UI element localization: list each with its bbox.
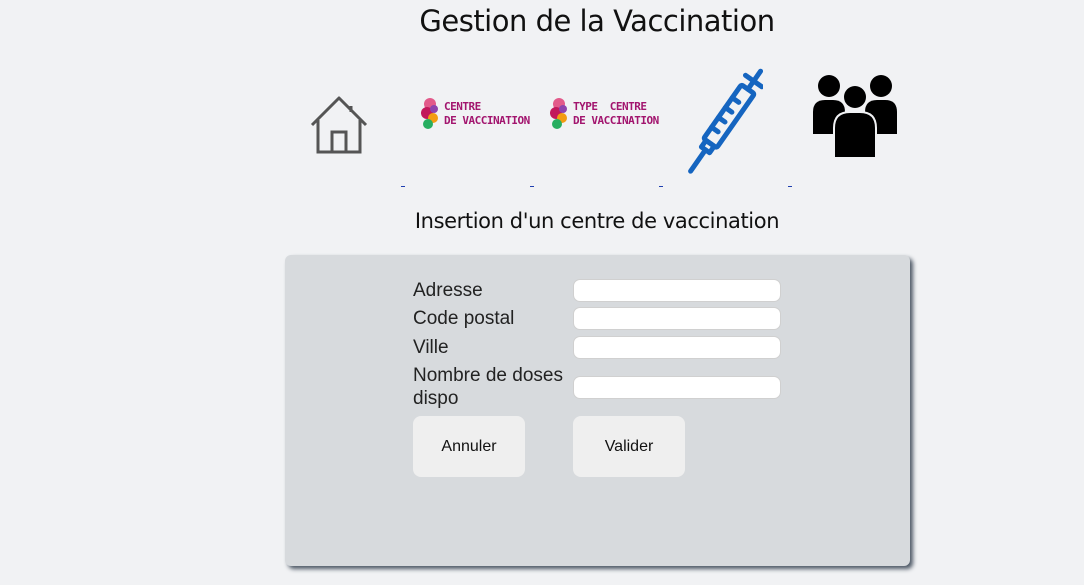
nombre-doses-label: Nombre de doses dispo <box>413 365 563 409</box>
nav-home-link[interactable] <box>308 94 372 156</box>
nav-link-underline <box>788 186 792 187</box>
nav-personnes-link[interactable] <box>812 70 898 160</box>
house-icon <box>310 96 368 154</box>
nav-bar: CENTRE DE VACCINATION TYPE CENTRE DE VAC… <box>0 58 1084 193</box>
virus-icon <box>550 98 567 129</box>
code-postal-input[interactable] <box>573 307 781 330</box>
adresse-input[interactable] <box>573 279 781 302</box>
type-centre-logo-text: TYPE CENTRE DE VACCINATION <box>573 100 659 127</box>
centre-vaccination-logo: CENTRE DE VACCINATION <box>420 94 530 134</box>
nav-link-underline <box>530 186 534 187</box>
cancel-button[interactable]: Annuler <box>413 416 525 477</box>
nav-vaccin-link[interactable] <box>687 58 765 186</box>
adresse-label: Adresse <box>413 280 483 301</box>
nav-link-underline <box>659 186 663 187</box>
ville-input[interactable] <box>573 336 781 359</box>
form-heading: Insertion d'un centre de vaccination <box>414 209 780 233</box>
submit-button[interactable]: Valider <box>573 416 685 477</box>
virus-icon <box>421 98 438 129</box>
ville-label: Ville <box>413 337 449 358</box>
syringe-icon <box>688 68 765 174</box>
centre-logo-text: CENTRE DE VACCINATION <box>444 100 530 127</box>
people-icon <box>813 75 897 159</box>
type-centre-logo: TYPE CENTRE DE VACCINATION <box>549 94 659 134</box>
page: Gestion de la Vaccination CENTRE DE VACC… <box>0 0 1084 585</box>
nav-centre-link[interactable]: CENTRE DE VACCINATION <box>420 94 530 140</box>
nav-link-underline <box>401 186 405 187</box>
nav-type-centre-link[interactable]: TYPE CENTRE DE VACCINATION <box>549 94 659 140</box>
code-postal-label: Code postal <box>413 308 515 329</box>
page-title: Gestion de la Vaccination <box>419 4 775 38</box>
nombre-doses-input[interactable] <box>573 376 781 399</box>
